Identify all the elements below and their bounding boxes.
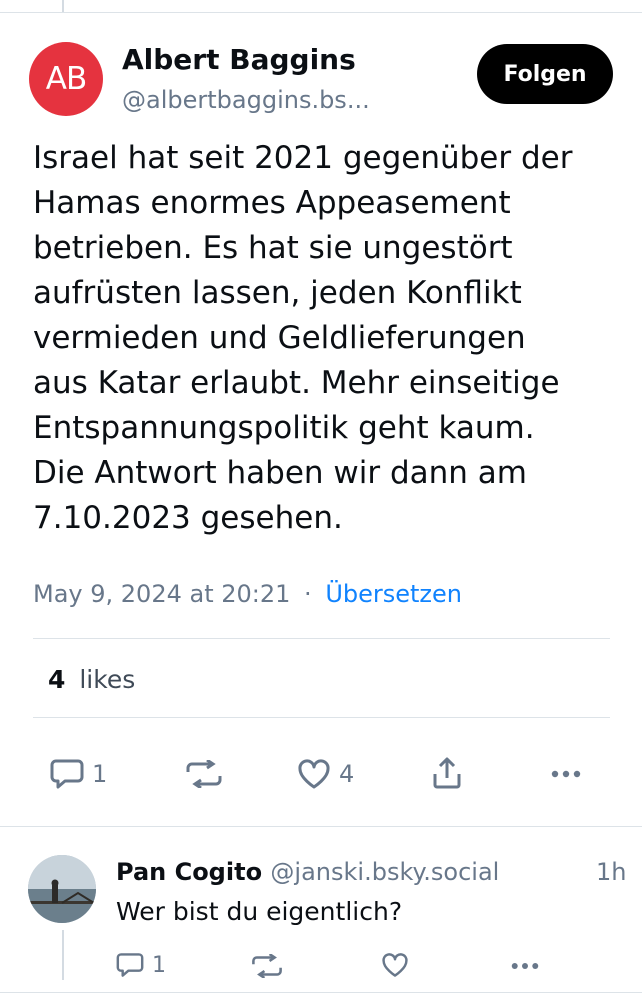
reply-repost-button[interactable]: [250, 954, 284, 978]
share-icon: [432, 756, 462, 790]
avatar-initials: AB: [45, 61, 87, 97]
reply-avatar[interactable]: [28, 855, 96, 923]
share-button[interactable]: [432, 756, 462, 790]
translate-link[interactable]: Übersetzen: [325, 580, 462, 608]
heart-icon: [381, 952, 409, 978]
repost-button[interactable]: [184, 760, 232, 788]
speech-bubble-icon: [116, 952, 144, 978]
heart-icon: [297, 758, 331, 790]
reply-time[interactable]: 1h: [596, 858, 626, 886]
reply-bottom-divider: [0, 992, 642, 993]
reply-author-name: Pan Cogito: [116, 858, 263, 886]
post-meta: May 9, 2024 at 20:21 · Übersetzen: [33, 580, 462, 608]
reply-text: Wer bist du eigentlich?: [116, 897, 403, 926]
post-bottom-divider: [0, 826, 642, 827]
likes-divider: [33, 717, 610, 718]
more-dots-icon: [511, 962, 539, 970]
repost-icon: [250, 954, 284, 978]
author-handle[interactable]: @albertbaggins.bs...: [122, 86, 402, 114]
author-name[interactable]: Albert Baggins: [122, 43, 356, 76]
reply-reply-button[interactable]: 1: [116, 952, 166, 978]
follow-button[interactable]: Folgen: [477, 44, 613, 104]
more-button[interactable]: [551, 770, 581, 778]
like-button[interactable]: 4: [297, 758, 354, 790]
like-count: 4: [339, 760, 355, 788]
likes-row[interactable]: 4 likes: [48, 665, 135, 694]
repost-icon: [184, 760, 224, 788]
author-avatar[interactable]: AB: [29, 42, 103, 116]
more-dots-icon: [551, 770, 581, 778]
reply-author-handle: @janski.bsky.social: [270, 858, 500, 886]
likes-count: 4: [48, 665, 66, 694]
thread-line-top: [62, 0, 64, 12]
reply-count: 1: [92, 760, 108, 788]
reply-thread-line: [62, 930, 64, 980]
likes-label: likes: [79, 665, 136, 694]
post-text: Israel hat seit 2021 gegenüber der Hamas…: [33, 140, 573, 536]
reply-more-button[interactable]: [511, 962, 539, 970]
post-timestamp: May 9, 2024 at 20:21: [33, 580, 291, 608]
meta-separator: ·: [304, 580, 312, 608]
reply-like-button[interactable]: [381, 952, 409, 978]
reply-author[interactable]: Pan Cogito @janski.bsky.social: [116, 858, 499, 886]
top-divider: [0, 12, 642, 13]
reply-button[interactable]: 1: [50, 758, 107, 790]
meta-divider: [33, 638, 610, 639]
reply-reply-count: 1: [152, 952, 166, 978]
speech-bubble-icon: [50, 758, 84, 790]
